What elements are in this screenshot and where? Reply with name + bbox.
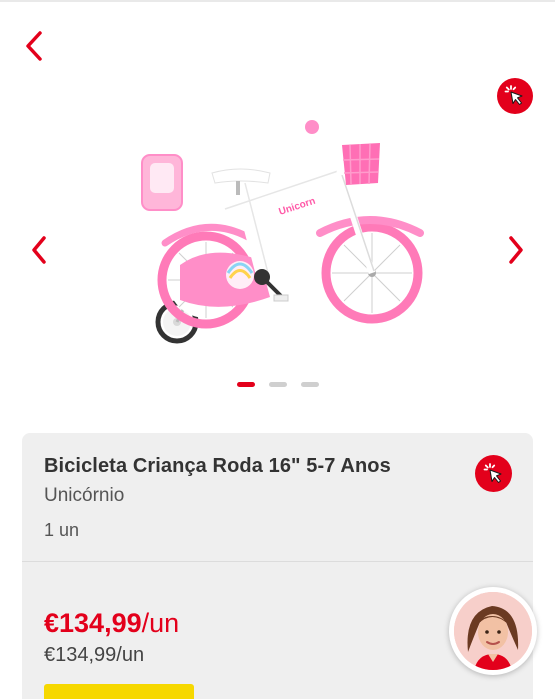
price-main-unit: /un: [141, 608, 180, 638]
gallery-pagination: [0, 382, 555, 390]
back-button[interactable]: [18, 28, 50, 64]
price-main-value: €134,99: [44, 608, 142, 638]
card-divider: [22, 561, 533, 562]
gallery-prev-button[interactable]: [24, 233, 54, 267]
gallery-dot-3[interactable]: [300, 382, 319, 387]
product-image: Unicorn: [141, 120, 424, 344]
top-divider: [0, 0, 555, 2]
chevron-left-icon: [26, 31, 42, 61]
product-variant: Unicórnio: [44, 485, 125, 506]
price-main: €134,99/un: [44, 608, 179, 639]
chevron-left-icon: [32, 236, 46, 264]
click-badge[interactable]: [475, 455, 512, 492]
product-gallery[interactable]: Unicorn: [0, 95, 555, 360]
assistant-button[interactable]: [449, 587, 537, 675]
chevron-right-icon: [509, 236, 523, 264]
product-quantity: 1 un: [44, 520, 80, 540]
gallery-dot-1[interactable]: [236, 382, 255, 387]
gallery-dot-2[interactable]: [268, 382, 287, 387]
assistant-avatar: [454, 592, 532, 670]
promo-banner[interactable]: [44, 684, 194, 699]
product-info-card: Bicicleta Criança Roda 16" 5-7 Anos Unic…: [22, 433, 533, 699]
product-title: Bicicleta Criança Roda 16" 5-7 Anos: [44, 455, 391, 477]
price-per-unit: €134,99/un: [44, 644, 145, 666]
gallery-next-button[interactable]: [501, 233, 531, 267]
cursor-click-icon: [483, 462, 501, 483]
